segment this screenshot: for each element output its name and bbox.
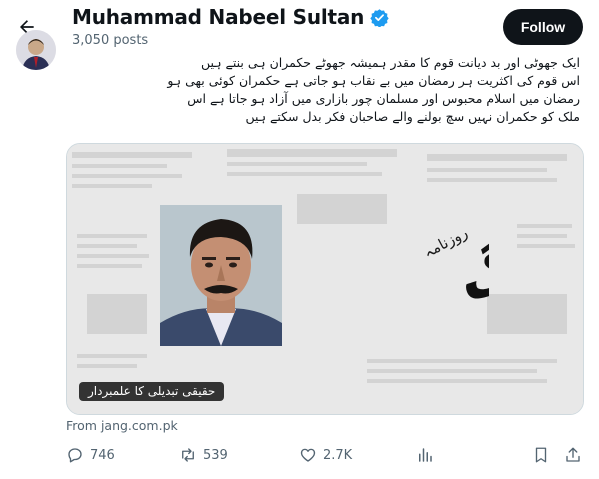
repost-icon bbox=[182, 448, 194, 462]
person-photo bbox=[160, 205, 282, 346]
like-button[interactable]: 2.7K bbox=[299, 446, 352, 464]
views-button[interactable] bbox=[416, 446, 434, 464]
share-button[interactable] bbox=[564, 446, 582, 464]
post-line: ملک کو حکمران نہیں سچ بولنے والے صاحبان … bbox=[245, 109, 580, 124]
author-name-row: Muhammad Nabeel Sultan bbox=[72, 5, 389, 29]
bookmark-icon bbox=[535, 447, 547, 463]
like-icon bbox=[300, 448, 316, 462]
card-source[interactable]: From jang.com.pk bbox=[66, 418, 178, 433]
post-line: ایک جھوٹی اور بد دیانت قوم کا مقدر ہمیشہ… bbox=[200, 55, 580, 70]
repost-button[interactable]: 539 bbox=[179, 446, 228, 464]
avatar[interactable] bbox=[16, 30, 56, 70]
like-count: 2.7K bbox=[323, 447, 353, 463]
bookmark-button[interactable] bbox=[532, 446, 550, 464]
reply-icon bbox=[68, 448, 82, 463]
author-name[interactable]: Muhammad Nabeel Sultan bbox=[72, 5, 364, 29]
share-icon bbox=[566, 447, 580, 462]
jang-logo: روزنامہ جنگ bbox=[343, 209, 583, 334]
post-line: رمضان میں اسلام محبوس اور مسلمان چور باز… bbox=[187, 91, 580, 106]
reply-count: 746 bbox=[90, 447, 115, 463]
link-card[interactable]: روزنامہ جنگ حقیقی تبدیلی کا علمبردار bbox=[66, 143, 584, 415]
card-caption: حقیقی تبدیلی کا علمبردار bbox=[79, 382, 225, 401]
newspaper-background bbox=[67, 144, 583, 414]
post-line: اس قوم کی اکثریت ہر رمضان میں بے نقاب ہو… bbox=[167, 73, 580, 88]
repost-count: 539 bbox=[203, 447, 228, 463]
post-text: ایک جھوٹی اور بد دیانت قوم کا مقدر ہمیشہ… bbox=[72, 54, 580, 126]
action-bar: 746 539 2.7K bbox=[66, 446, 586, 470]
views-icon bbox=[419, 448, 432, 462]
reply-button[interactable]: 746 bbox=[66, 446, 115, 464]
post-count: 3,050 posts bbox=[72, 33, 149, 48]
verified-badge-icon bbox=[370, 8, 389, 27]
follow-button[interactable]: Follow bbox=[503, 9, 583, 45]
